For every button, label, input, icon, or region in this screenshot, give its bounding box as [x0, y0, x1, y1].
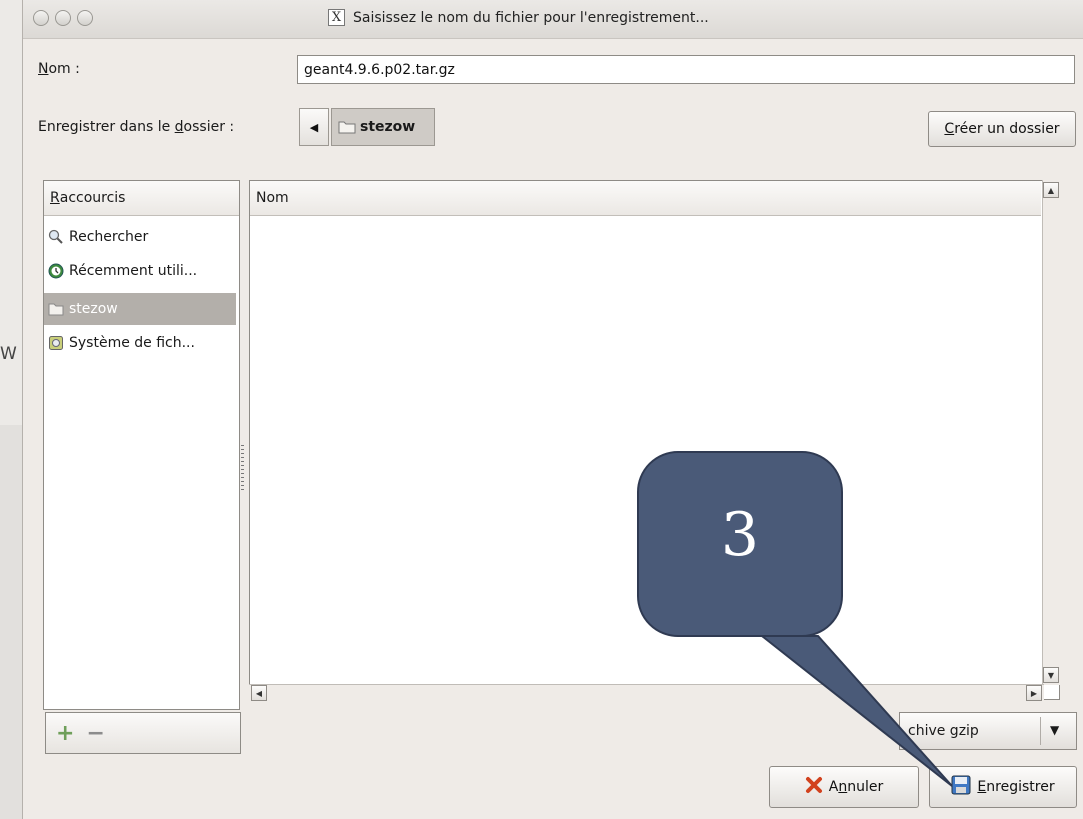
callout-step-number: 3 [720, 500, 760, 570]
folder-icon [48, 301, 64, 317]
title-bar: X Saisissez le nom du fichier pour l'enr… [23, 0, 1083, 39]
file-list-panel[interactable]: Nom [249, 180, 1060, 700]
window-title-text: Saisissez le nom du fichier pour l'enreg… [353, 9, 709, 26]
cancel-label: Annuler [828, 779, 884, 795]
current-folder-label: stezow [360, 119, 416, 135]
close-window-button[interactable] [33, 10, 49, 26]
shortcuts-header[interactable]: Raccourcis [44, 181, 239, 216]
save-button[interactable]: Enregistrer [929, 766, 1077, 808]
cancel-button[interactable]: Annuler [769, 766, 919, 808]
search-icon [48, 229, 64, 245]
chevron-down-icon: ▼ [1050, 723, 1060, 737]
column-header-name[interactable]: Nom [250, 181, 1041, 216]
path-folder-button[interactable]: stezow [331, 108, 435, 146]
cancel-icon [805, 776, 823, 798]
vertical-scrollbar[interactable]: ▲ ▼ [1042, 180, 1060, 685]
background-text: W [0, 344, 17, 364]
folder-icon [338, 121, 356, 134]
path-back-button[interactable]: ◀ [299, 108, 329, 146]
name-label: Nom : [38, 61, 80, 77]
filesystem-icon [48, 335, 64, 351]
scroll-left-icon[interactable]: ◀ [251, 685, 267, 701]
shortcut-recent[interactable]: Récemment utili... [44, 255, 236, 287]
minimize-window-button[interactable] [55, 10, 71, 26]
add-shortcut-button[interactable]: + [56, 721, 74, 746]
remove-shortcut-button[interactable]: − [86, 721, 104, 746]
pane-resize-handle[interactable] [241, 445, 244, 493]
save-icon [951, 775, 971, 799]
file-type-select[interactable]: chive gzip ▼ [899, 712, 1077, 750]
horizontal-scrollbar[interactable]: ◀ ▶ [249, 684, 1044, 702]
left-arrow-icon: ◀ [309, 120, 319, 134]
x11-icon: X [328, 9, 345, 26]
recent-icon [48, 263, 64, 279]
save-label: Enregistrer [977, 779, 1055, 795]
shortcut-search[interactable]: Rechercher [44, 221, 236, 253]
shortcut-filesystem[interactable]: Système de fich... [44, 327, 236, 359]
filename-input[interactable] [297, 55, 1075, 84]
maximize-window-button[interactable] [77, 10, 93, 26]
save-dialog: X Saisissez le nom du fichier pour l'enr… [22, 0, 1083, 819]
create-folder-button[interactable]: Créer un dossier [928, 111, 1076, 147]
shortcut-home-folder[interactable]: stezow [44, 293, 236, 325]
save-folder-label: Enregistrer dans le dossier : [38, 119, 235, 135]
scroll-up-icon[interactable]: ▲ [1043, 182, 1059, 198]
shortcuts-panel: Raccourcis Rechercher Récemment utili...… [43, 180, 240, 710]
shortcut-edit-bar: + − [45, 712, 241, 754]
window-title: X Saisissez le nom du fichier pour l'enr… [328, 9, 709, 26]
create-folder-label: Créer un dossier [944, 121, 1060, 137]
scroll-down-icon[interactable]: ▼ [1043, 667, 1059, 683]
scroll-right-icon[interactable]: ▶ [1026, 685, 1042, 701]
